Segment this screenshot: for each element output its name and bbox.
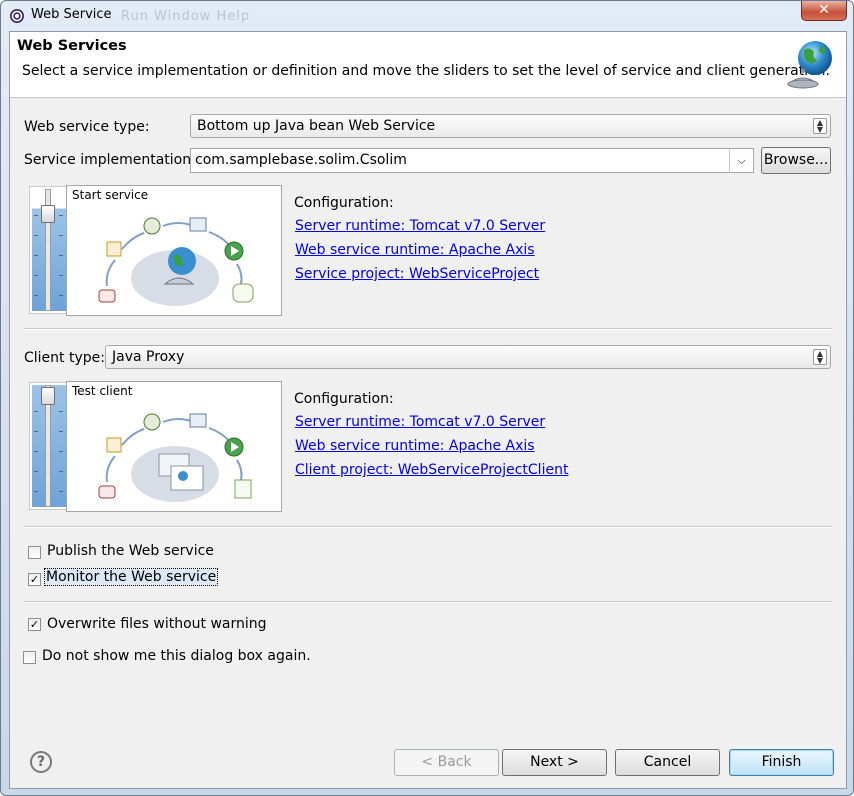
- deploy-icon: [143, 217, 161, 235]
- slider-tick: [34, 491, 38, 492]
- slider-tick: [34, 411, 38, 412]
- eclipse-app-icon: [10, 9, 24, 23]
- slider-tick: [34, 255, 38, 256]
- updown-icon: ▲ ▼: [813, 118, 827, 134]
- client-type-select[interactable]: Java Proxy ▲ ▼: [105, 345, 831, 369]
- slider-tick: [34, 451, 38, 452]
- web-service-globe-icon: [786, 41, 832, 89]
- service-server-runtime-link[interactable]: Server runtime: Tomcat v7.0 Server: [295, 218, 545, 234]
- service-type-value: Bottom up Java bean Web Service: [197, 118, 436, 134]
- client-lifecycle-diagram: [98, 413, 252, 502]
- slider-tick: [59, 471, 63, 472]
- divider: [24, 526, 832, 528]
- dont-show-checkbox[interactable]: [23, 651, 36, 664]
- deploy-icon: [143, 413, 161, 431]
- service-level-slider[interactable]: [29, 186, 67, 314]
- browse-button[interactable]: Browse...: [761, 147, 831, 174]
- chevron-down-icon[interactable]: ⌵: [729, 149, 753, 172]
- client-type-label: Client type:: [24, 350, 105, 366]
- client-slider-caption: Test client: [72, 384, 133, 398]
- publish-label[interactable]: Publish the Web service: [47, 543, 214, 559]
- test-icon: [232, 283, 254, 303]
- slider-tick: [34, 431, 38, 432]
- slider-tick: [59, 295, 63, 296]
- service-type-label: Web service type:: [24, 119, 150, 135]
- wizard-header: Web Services Select a service implementa…: [10, 32, 846, 98]
- service-preview-panel: Start service: [66, 185, 282, 316]
- next-button[interactable]: Next >: [502, 749, 607, 776]
- install-icon: [189, 413, 207, 428]
- service-slider-caption: Start service: [72, 188, 149, 202]
- slider-tick: [59, 451, 63, 452]
- updown-icon: ▲ ▼: [813, 349, 827, 365]
- divider: [24, 601, 832, 603]
- build-icon: [106, 241, 122, 257]
- monitor-label[interactable]: Monitor the Web service: [43, 568, 219, 586]
- help-icon[interactable]: ?: [30, 751, 52, 773]
- red-box-icon: [98, 289, 116, 303]
- client-server-runtime-link[interactable]: Server runtime: Tomcat v7.0 Server: [295, 414, 545, 430]
- build-icon: [106, 437, 122, 453]
- service-lifecycle-diagram: [98, 217, 254, 306]
- slider-tick: [34, 471, 38, 472]
- install-icon: [189, 217, 207, 232]
- window-title: Web Service: [31, 7, 112, 22]
- slider-tick: [34, 295, 38, 296]
- test-client-icon: [234, 479, 252, 499]
- slider-tick: [59, 491, 63, 492]
- client-level-slider[interactable]: [29, 382, 67, 510]
- slider-tick: [59, 215, 63, 216]
- service-project-link[interactable]: Service project: WebServiceProject: [295, 266, 539, 282]
- slider-tick: [34, 275, 38, 276]
- overwrite-label[interactable]: Overwrite files without warning: [47, 616, 267, 632]
- divider: [24, 328, 832, 330]
- title-bar[interactable]: Web Service Run Window Help ✕: [1, 1, 853, 29]
- client-ws-runtime-link[interactable]: Web service runtime: Apache Axis: [295, 438, 535, 454]
- client-config-title: Configuration:: [294, 391, 394, 407]
- slider-tick: [59, 255, 63, 256]
- globe-icon: [168, 247, 196, 275]
- service-slider-thumb[interactable]: [41, 205, 55, 223]
- monitor-checkbox[interactable]: ✓: [28, 573, 41, 586]
- service-impl-label: Service implementation:: [24, 152, 196, 168]
- dialog-client-area: Web Services Select a service implementa…: [9, 31, 847, 789]
- page-title: Web Services: [17, 38, 127, 54]
- client-preview-panel: Test client: [66, 381, 282, 512]
- service-ws-runtime-link[interactable]: Web service runtime: Apache Axis: [295, 242, 535, 258]
- slider-tick: [34, 215, 38, 216]
- publish-checkbox[interactable]: [28, 546, 41, 559]
- client-project-link[interactable]: Client project: WebServiceProjectClient: [295, 462, 568, 478]
- red-box-icon: [98, 485, 116, 499]
- client-slider-thumb[interactable]: [41, 387, 55, 405]
- service-impl-combo[interactable]: com.samplebase.solim.Csolim ⌵: [190, 148, 754, 173]
- background-menu-ghost: Run Window Help: [121, 9, 251, 24]
- back-button[interactable]: < Back: [394, 749, 499, 776]
- slider-tick: [59, 411, 63, 412]
- service-type-select[interactable]: Bottom up Java bean Web Service ▲ ▼: [190, 114, 831, 138]
- service-impl-value: com.samplebase.solim.Csolim: [195, 152, 407, 168]
- close-button[interactable]: ✕: [801, 1, 847, 21]
- cancel-button[interactable]: Cancel: [615, 749, 720, 776]
- slider-tick: [59, 431, 63, 432]
- dont-show-label[interactable]: Do not show me this dialog box again.: [42, 648, 311, 664]
- client-type-value: Java Proxy: [112, 349, 185, 365]
- slider-tick: [59, 275, 63, 276]
- overwrite-checkbox[interactable]: ✓: [28, 618, 41, 631]
- slider-tick: [34, 235, 38, 236]
- page-description: Select a service implementation or defin…: [22, 63, 830, 79]
- service-config-title: Configuration:: [294, 195, 394, 211]
- slider-tick: [59, 235, 63, 236]
- finish-button[interactable]: Finish: [729, 749, 834, 776]
- window-frame: Web Service Run Window Help ✕ Web Servic…: [0, 0, 854, 796]
